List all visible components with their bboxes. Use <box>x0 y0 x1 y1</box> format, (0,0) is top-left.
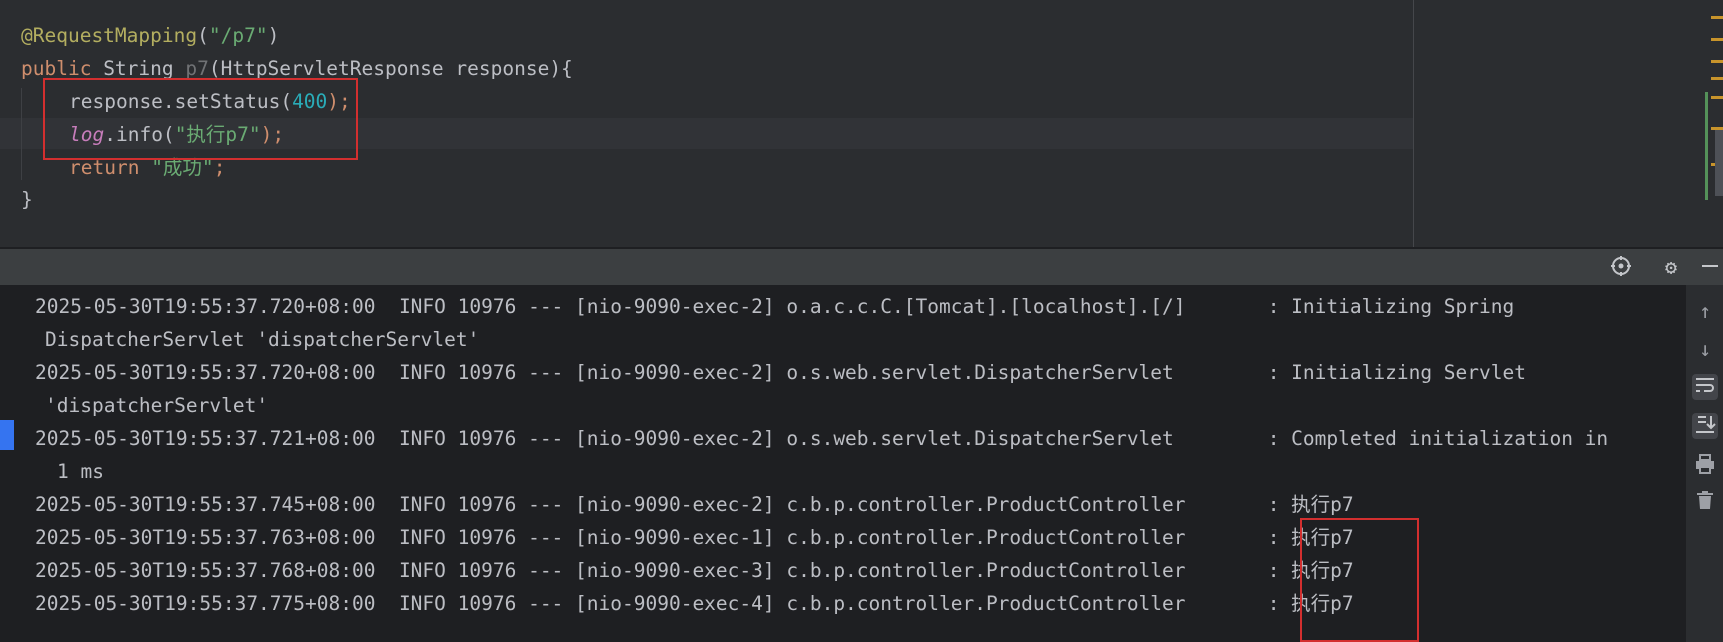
console-toolbar: ↑ ↓ <box>1686 285 1723 642</box>
keyword-token: public <box>21 57 92 80</box>
log-line-continuation[interactable]: 'dispatcherServlet' <box>45 389 268 422</box>
params-token: (HttpServletResponse response){ <box>208 57 573 80</box>
print-icon[interactable] <box>1692 453 1718 479</box>
string-token: "/p7" <box>208 24 268 47</box>
code-line-6[interactable]: } <box>21 185 33 215</box>
code-line-1[interactable]: @RequestMapping("/p7") <box>21 21 279 51</box>
method-name-token: p7 <box>185 57 209 80</box>
minimize-icon[interactable] <box>1698 255 1722 279</box>
log-line[interactable]: 2025-05-30T19:55:37.721+08:00 INFO 10976… <box>35 422 1608 455</box>
log-line[interactable]: 2025-05-30T19:55:37.720+08:00 INFO 10976… <box>35 290 1514 323</box>
type-token: String <box>91 57 186 80</box>
log-line-continuation[interactable]: DispatcherServlet 'dispatcherServlet' <box>45 323 479 356</box>
gear-icon[interactable]: ⚙ <box>1659 255 1683 279</box>
indent-guide <box>21 88 22 180</box>
arrow-down-icon[interactable]: ↓ <box>1692 336 1718 362</box>
warning-stripe-mark[interactable] <box>1711 38 1723 41</box>
highlight-box-output <box>1300 518 1419 642</box>
right-margin-guide <box>1413 0 1414 247</box>
console-header: ⚙ <box>0 249 1723 285</box>
log-line[interactable]: 2025-05-30T19:55:37.775+08:00 INFO 10976… <box>35 587 1354 620</box>
soft-wrap-icon[interactable] <box>1692 374 1718 400</box>
error-stripe[interactable] <box>1703 0 1723 247</box>
warning-stripe-mark[interactable] <box>1711 16 1723 19</box>
warning-stripe-mark[interactable] <box>1711 60 1723 63</box>
log-line-continuation[interactable]: 1 ms <box>57 455 104 488</box>
log-line[interactable]: 2025-05-30T19:55:37.763+08:00 INFO 10976… <box>35 521 1354 554</box>
brace-token: } <box>21 188 33 211</box>
warning-stripe-mark[interactable] <box>1711 77 1723 80</box>
warning-stripe-mark[interactable] <box>1711 96 1723 99</box>
trash-icon[interactable] <box>1692 489 1718 515</box>
paren-token: ( <box>197 24 209 47</box>
crosshair-icon[interactable] <box>1609 255 1633 279</box>
log-line[interactable]: 2025-05-30T19:55:37.720+08:00 INFO 10976… <box>35 356 1526 389</box>
editor-scrollbar-thumb[interactable] <box>1715 130 1723 196</box>
console-gutter-marker <box>0 420 14 450</box>
scroll-to-end-icon[interactable] <box>1692 413 1718 439</box>
highlight-box-code <box>43 78 358 160</box>
annotation-token: @RequestMapping <box>21 24 198 47</box>
code-editor[interactable]: @RequestMapping("/p7") public String p7(… <box>0 0 1723 247</box>
arrow-up-icon[interactable]: ↑ <box>1692 298 1718 324</box>
log-line[interactable]: 2025-05-30T19:55:37.745+08:00 INFO 10976… <box>35 488 1354 521</box>
change-marker-bar <box>1705 92 1708 200</box>
paren-token: ) <box>267 24 280 47</box>
log-line[interactable]: 2025-05-30T19:55:37.768+08:00 INFO 10976… <box>35 554 1354 587</box>
